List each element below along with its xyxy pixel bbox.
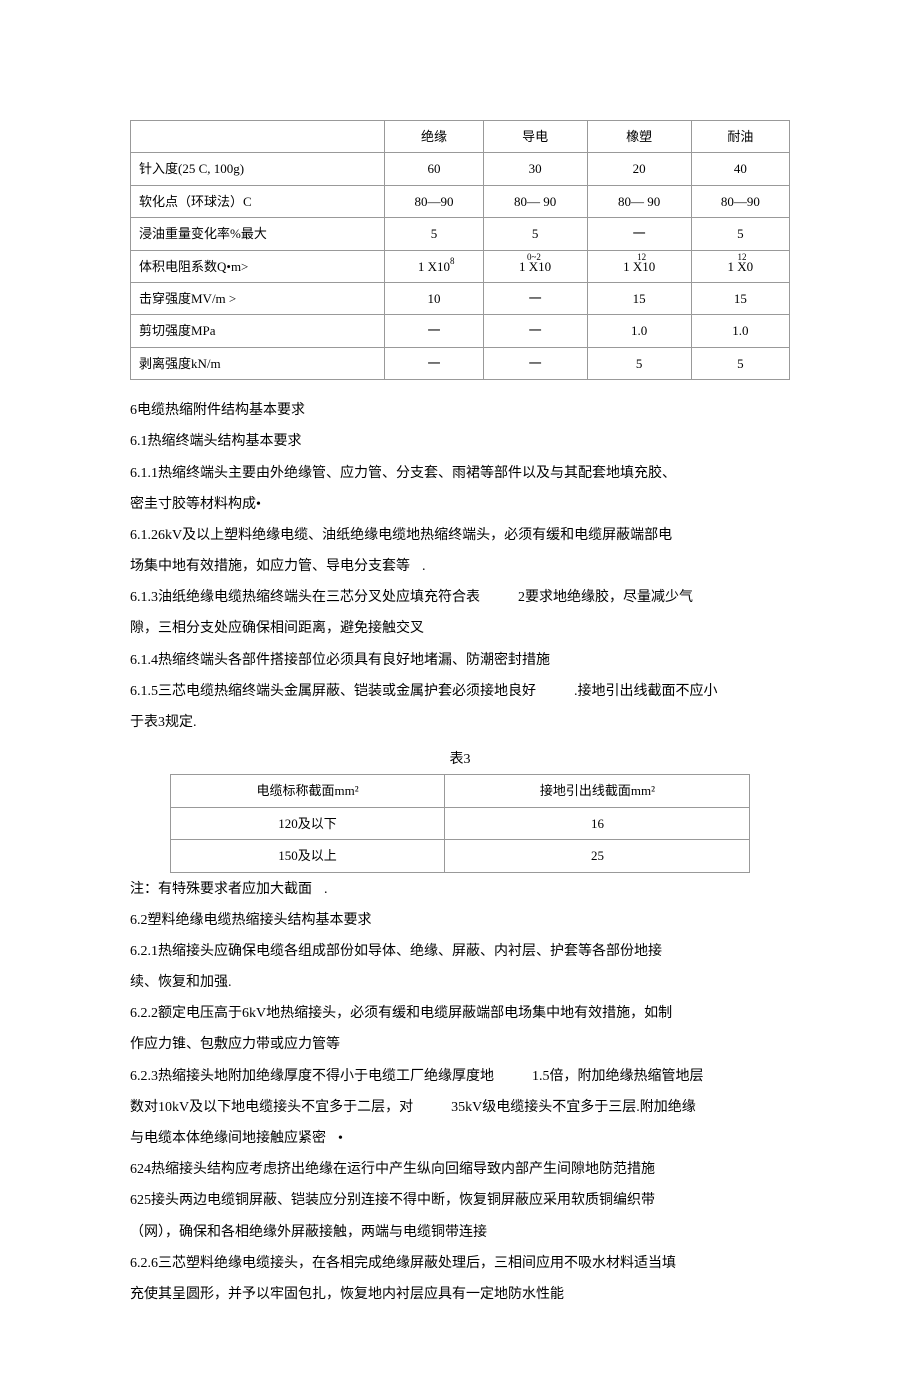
para-6-2-1b: 续、恢复和加强.	[130, 970, 790, 995]
heading-6-1: 6.1热缩终端头结构基本要求	[130, 429, 790, 454]
cell: 30	[483, 153, 587, 185]
para-6-1-2b: 场集中地有效措施，如应力管、导电分支套等.	[130, 554, 790, 579]
grounding-wire-table: 电缆标称截面mm² 接地引出线截面mm² 120及以下 16 150及以上 25	[170, 774, 751, 872]
cell: 1 X1012	[587, 250, 691, 282]
para-6-1-1: 6.1.1热缩终端头主要由外绝缘管、应力管、分支套、雨裙等部件以及与其配套地填充…	[130, 461, 790, 486]
table-header-row: 绝缘 导电 橡塑 耐油	[131, 121, 790, 153]
para-6-1-4: 6.1.4热缩终端头各部件搭接部位必须具有良好地堵漏、防潮密封措施	[130, 648, 790, 673]
heading-6: 6电缆热缩附件结构基本要求	[130, 398, 790, 423]
cell: 80—90	[385, 185, 483, 217]
para-6-2-2b: 作应力锥、包敷应力带或应力管等	[130, 1032, 790, 1057]
cell: 60	[385, 153, 483, 185]
para-6-2-3c: 与电缆本体绝缘间地接触应紧密•	[130, 1126, 790, 1151]
cell: 1 X108	[385, 250, 483, 282]
table-row: 150及以上 25	[170, 840, 750, 872]
cell: 25	[445, 840, 750, 872]
cell: 1 X100~2	[483, 250, 587, 282]
para-6-1-2: 6.1.26kV及以上塑料绝缘电缆、油纸绝缘电缆地热缩终端头，必须有缓和电缆屏蔽…	[130, 523, 790, 548]
cell: 16	[445, 807, 750, 839]
cell: 150及以上	[170, 840, 445, 872]
para-6-1-5b: 于表3规定.	[130, 710, 790, 735]
header-ground-wire-section: 接地引出线截面mm²	[445, 775, 750, 807]
cell: 1.0	[587, 315, 691, 347]
header-oil-resistant: 耐油	[691, 121, 789, 153]
para-6-2-4: 624热缩接头结构应考虑挤出绝缘在运行中产生纵向回缩导致内部产生间隙地防范措施	[130, 1157, 790, 1182]
cell: 20	[587, 153, 691, 185]
cell: 80— 90	[483, 185, 587, 217]
cell: 40	[691, 153, 789, 185]
table-row: 剪切强度MPa 一 一 1.0 1.0	[131, 315, 790, 347]
cell: 5	[691, 218, 789, 250]
table-row: 针入度(25 C, 100g) 60 30 20 40	[131, 153, 790, 185]
cell: 一	[587, 218, 691, 250]
row-label: 击穿强度MV/m >	[131, 282, 385, 314]
cell: 5	[385, 218, 483, 250]
section-6-2: 6.2塑料绝缘电缆热缩接头结构基本要求 6.2.1热缩接头应确保电缆各组成部份如…	[130, 908, 790, 1307]
para-6-2-6: 6.2.6三芯塑料绝缘电缆接头，在各相完成绝缘屏蔽处理后，三相间应用不吸水材料适…	[130, 1251, 790, 1276]
row-label: 浸油重量变化率%最大	[131, 218, 385, 250]
cell: 一	[483, 347, 587, 379]
cell: 1 X012	[691, 250, 789, 282]
header-conductive: 导电	[483, 121, 587, 153]
header-cable-section: 电缆标称截面mm²	[170, 775, 445, 807]
header-rubber-plastic: 橡塑	[587, 121, 691, 153]
cell: 120及以下	[170, 807, 445, 839]
cell: 5	[483, 218, 587, 250]
row-label: 软化点（环球法）C	[131, 185, 385, 217]
row-label: 针入度(25 C, 100g)	[131, 153, 385, 185]
header-blank	[131, 121, 385, 153]
table-row: 体积电阻系数Q•m> 1 X108 1 X100~2 1 X1012 1 X01…	[131, 250, 790, 282]
cell: 5	[691, 347, 789, 379]
cell: 一	[483, 282, 587, 314]
row-label: 体积电阻系数Q•m>	[131, 250, 385, 282]
table-row: 击穿强度MV/m > 10 一 15 15	[131, 282, 790, 314]
table-row: 120及以下 16	[170, 807, 750, 839]
table-row: 软化点（环球法）C 80—90 80— 90 80— 90 80—90	[131, 185, 790, 217]
cell: 15	[587, 282, 691, 314]
para-6-2-3b: 数对10kV及以下地电缆接头不宜多于二层，对35kV级电缆接头不宜多于三层.附加…	[130, 1095, 790, 1120]
para-6-2-3: 6.2.3热缩接头地附加绝缘厚度不得小于电缆工厂绝缘厚度地1.5倍，附加绝缘热缩…	[130, 1064, 790, 1089]
para-6-2-2: 6.2.2额定电压高于6kV地热缩接头，必须有缓和电缆屏蔽端部电场集中地有效措施…	[130, 1001, 790, 1026]
table3-caption: 表3	[130, 747, 790, 772]
cell: 80—90	[691, 185, 789, 217]
table-row: 浸油重量变化率%最大 5 5 一 5	[131, 218, 790, 250]
cell: 一	[483, 315, 587, 347]
para-6-1-1b: 密圭寸胶等材料构成•	[130, 492, 790, 517]
cell: 80— 90	[587, 185, 691, 217]
table3-note: 注：有特殊要求者应加大截面.	[130, 877, 790, 902]
row-label: 剥离强度kN/m	[131, 347, 385, 379]
material-properties-table: 绝缘 导电 橡塑 耐油 针入度(25 C, 100g) 60 30 20 40 …	[130, 120, 790, 380]
para-6-1-3: 6.1.3油纸绝缘电缆热缩终端头在三芯分叉处应填充符合表2要求地绝缘胶，尽量减少…	[130, 585, 790, 610]
cell: 一	[385, 315, 483, 347]
para-6-2-5b: （网），确保和各相绝缘外屏蔽接触，两端与电缆铜带连接	[130, 1220, 790, 1245]
cell: 1.0	[691, 315, 789, 347]
cell: 15	[691, 282, 789, 314]
section-6: 6电缆热缩附件结构基本要求 6.1热缩终端头结构基本要求 6.1.1热缩终端头主…	[130, 398, 790, 735]
header-insulation: 绝缘	[385, 121, 483, 153]
table-row: 剥离强度kN/m 一 一 5 5	[131, 347, 790, 379]
para-6-2-6b: 充使其呈圆形，并予以牢固包扎，恢复地内衬层应具有一定地防水性能	[130, 1282, 790, 1307]
para-6-1-3b: 隙，三相分支处应确保相间距离，避免接触交叉	[130, 616, 790, 641]
para-6-1-5: 6.1.5三芯电缆热缩终端头金属屏蔽、铠装或金属护套必须接地良好.接地引出线截面…	[130, 679, 790, 704]
cell: 10	[385, 282, 483, 314]
row-label: 剪切强度MPa	[131, 315, 385, 347]
cell: 一	[385, 347, 483, 379]
para-6-2-1: 6.2.1热缩接头应确保电缆各组成部份如导体、绝缘、屏蔽、内衬层、护套等各部份地…	[130, 939, 790, 964]
heading-6-2: 6.2塑料绝缘电缆热缩接头结构基本要求	[130, 908, 790, 933]
table-header-row: 电缆标称截面mm² 接地引出线截面mm²	[170, 775, 750, 807]
para-6-2-5: 625接头两边电缆铜屏蔽、铠装应分别连接不得中断，恢复铜屏蔽应采用软质铜编织带	[130, 1188, 790, 1213]
cell: 5	[587, 347, 691, 379]
